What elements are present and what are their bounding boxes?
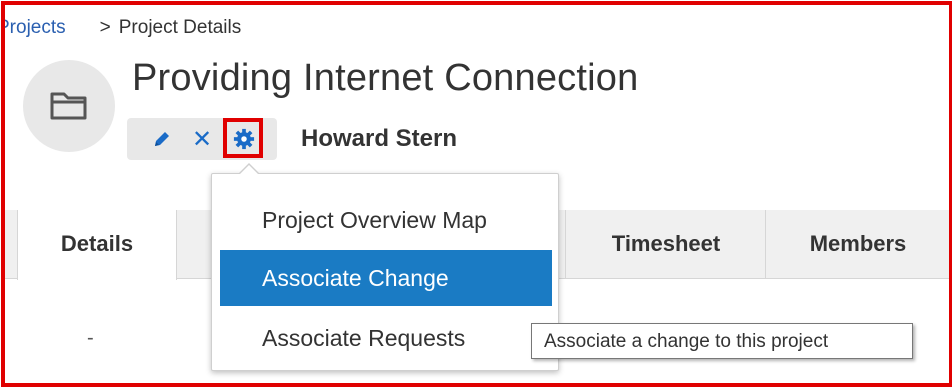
breadcrumb: Projects > Project Details	[5, 17, 241, 39]
breadcrumb-separator: >	[99, 17, 111, 38]
breadcrumb-current: Project Details	[118, 17, 242, 38]
tab-timesheet[interactable]: Timesheet	[565, 210, 766, 278]
menu-item-associate-requests[interactable]: Associate Requests	[220, 310, 552, 366]
tab-members[interactable]: Members	[765, 210, 949, 278]
breadcrumb-projects-link[interactable]: Projects	[5, 17, 66, 38]
gear-icon	[233, 128, 255, 150]
edit-button[interactable]	[149, 124, 175, 154]
tooltip: Associate a change to this project	[531, 323, 913, 359]
menu-item-associate-change[interactable]: Associate Change	[220, 250, 552, 306]
project-action-bar: ✕	[127, 118, 277, 160]
pencil-icon	[155, 132, 169, 146]
details-value: -	[87, 327, 94, 349]
project-owner: Howard Stern	[301, 125, 458, 152]
dropdown-caret-inner	[239, 165, 259, 175]
settings-button[interactable]	[223, 118, 263, 158]
page-title: Providing Internet Connection	[132, 57, 639, 99]
project-avatar	[23, 60, 115, 152]
tab-details[interactable]: Details	[17, 210, 177, 280]
close-button[interactable]: ✕	[189, 124, 215, 154]
folder-icon	[50, 92, 87, 120]
screenshot-frame: Projects > Project Details Providing Inter…	[1, 1, 952, 387]
menu-item-project-overview-map[interactable]: Project Overview Map	[220, 192, 552, 248]
close-icon: ✕	[191, 125, 213, 153]
settings-dropdown-menu: Project Overview Map Associate Change As…	[211, 163, 559, 371]
